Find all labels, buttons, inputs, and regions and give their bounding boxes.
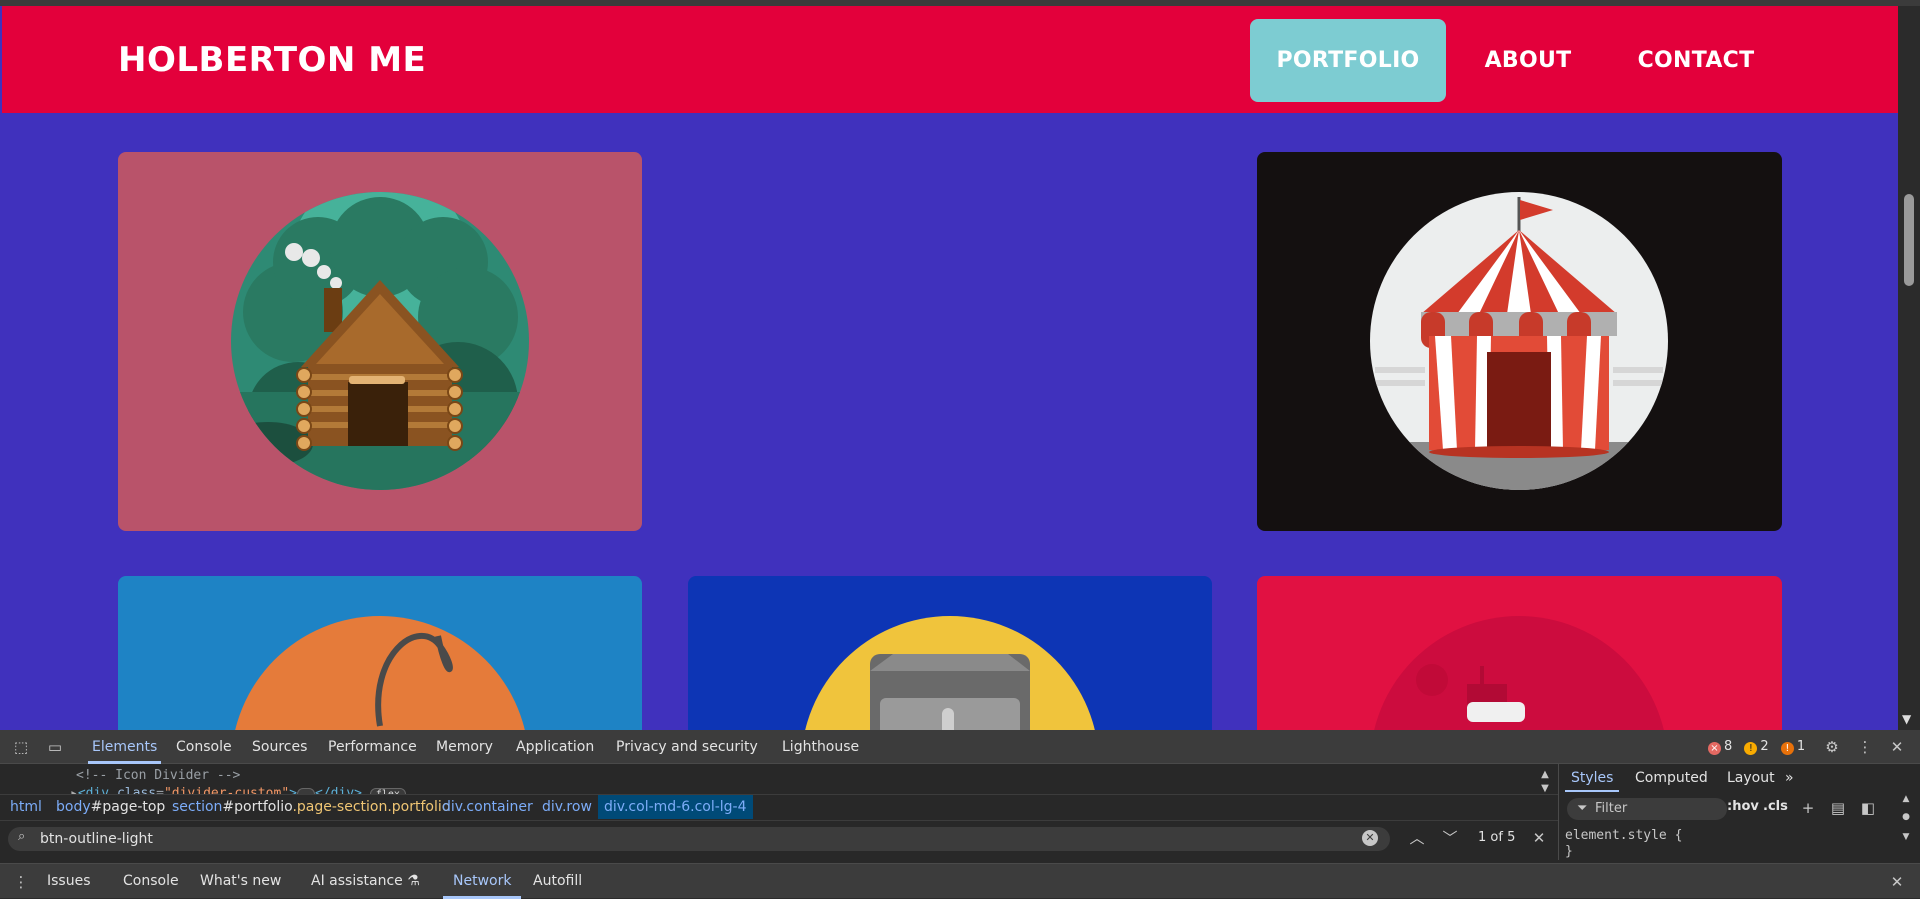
styles-filter-input[interactable]: ⏷ Filter: [1567, 798, 1727, 820]
crumb-row[interactable]: div.row: [542, 795, 592, 819]
crumb-body-tag: body: [56, 799, 91, 815]
styles-pane: Styles Computed Layout » ⏷ Filter :hov .c…: [1558, 764, 1920, 860]
close-drawer-icon[interactable]: ✕: [1888, 873, 1906, 891]
drawer-menu-icon[interactable]: ⋮: [12, 873, 30, 891]
crumb-container[interactable]: div.container: [442, 795, 533, 819]
element-style-rule[interactable]: element.style {: [1565, 828, 1682, 843]
nav-contact[interactable]: CONTACT: [1616, 19, 1776, 102]
settings-gear-icon[interactable]: ⚙: [1823, 738, 1841, 756]
nav-portfolio[interactable]: PORTFOLIO: [1250, 19, 1446, 102]
issue-icon: !: [1780, 742, 1794, 755]
page-scrollbar[interactable]: [1898, 6, 1920, 730]
crumb-col-selected[interactable]: div.col-md-6.col-lg-4: [598, 795, 753, 819]
portfolio-item-circus[interactable]: [1257, 152, 1782, 531]
next-match-icon[interactable]: ﹀: [1441, 829, 1459, 847]
tab-performance[interactable]: Performance: [328, 730, 417, 764]
element-style-close: }: [1565, 844, 1573, 859]
previous-match-icon[interactable]: ︿: [1408, 829, 1426, 847]
tab-sources[interactable]: Sources: [252, 730, 307, 764]
warning-count: 2: [1760, 739, 1769, 754]
toggle-sidebar-icon[interactable]: ◧: [1859, 799, 1877, 817]
filter-placeholder: Filter: [1595, 801, 1628, 816]
crumb-section-class: .page-section.portfolio: [292, 799, 451, 815]
drawer-tab-whats-new[interactable]: What's new: [200, 864, 281, 899]
issue-count: 1: [1796, 739, 1806, 754]
drawer-tab-network[interactable]: Network: [442, 864, 523, 899]
circus-tent-icon: [1370, 192, 1668, 490]
issue-counters[interactable]: × 8 ! 2 ! 1: [1708, 730, 1813, 764]
dom-breadcrumb: html body#page-top section#portfolio.pag…: [0, 794, 1558, 820]
warning-icon: !: [1744, 742, 1758, 755]
new-style-rule-icon[interactable]: +: [1799, 799, 1817, 817]
search-box[interactable]: ⌕ ✕: [8, 827, 1390, 851]
error-icon: ×: [1708, 742, 1721, 755]
search-icon: ⌕: [18, 829, 26, 844]
devtools-panel: ⬚ ▭ Elements Console Sources Performance…: [0, 730, 1920, 899]
crumb-body-id: #page-top: [90, 799, 166, 815]
navbar: HOLBERTON ME PORTFOLIO ABOUT CONTACT: [2, 6, 1898, 113]
filter-icon: ⏷: [1577, 801, 1588, 816]
paint-icon[interactable]: ▤: [1829, 799, 1847, 817]
styles-scroll-up-icon[interactable]: ▲: [1897, 790, 1915, 808]
crumb-section-tag: section: [172, 799, 223, 815]
scroll-down-arrow-icon[interactable]: ▼: [1902, 712, 1911, 726]
portfolio-item-cabin[interactable]: [118, 152, 642, 531]
tab-application[interactable]: Application: [516, 730, 594, 764]
crumb-section-id: #portfolio: [222, 799, 293, 815]
crumb-html[interactable]: html: [10, 795, 42, 819]
drawer-tab-autofill[interactable]: Autofill: [533, 864, 582, 899]
beta-flask-icon: ⚗: [407, 873, 420, 889]
game-controller-icon: [1374, 616, 1664, 730]
tab-console[interactable]: Console: [176, 730, 232, 764]
brand-logo[interactable]: HOLBERTON ME: [118, 40, 426, 80]
html-comment-line[interactable]: <!-- Icon Divider -->: [76, 768, 240, 783]
cake-icon: [235, 616, 525, 730]
drawer-tab-ai-assistance[interactable]: AI assistance ⚗: [311, 864, 420, 899]
tab-computed[interactable]: Computed: [1635, 764, 1708, 792]
clear-search-icon[interactable]: ✕: [1362, 830, 1378, 846]
drawer-tab-issues[interactable]: Issues: [47, 864, 91, 899]
portfolio-item-game[interactable]: [1257, 576, 1782, 730]
tab-memory[interactable]: Memory: [436, 730, 493, 764]
drawer-tabbar: ⋮ Issues Console What's new AI assistanc…: [0, 863, 1920, 899]
inspect-element-icon[interactable]: ⬚: [12, 738, 30, 756]
match-counter: 1 of 5: [1478, 830, 1516, 845]
log-cabin-icon: [231, 192, 529, 490]
close-search-icon[interactable]: ✕: [1530, 829, 1548, 847]
dom-search-bar: ⌕ ✕ ︿ ﹀ 1 of 5 ✕: [0, 820, 1558, 854]
search-input[interactable]: [40, 827, 1340, 851]
hov-toggle[interactable]: :hov: [1727, 799, 1759, 814]
styles-scroll-thumb-icon[interactable]: ●: [1897, 808, 1915, 826]
nav-about[interactable]: ABOUT: [1464, 19, 1592, 102]
ai-assistance-label: AI assistance: [311, 873, 403, 889]
tab-privacy-security[interactable]: Privacy and security: [616, 730, 758, 764]
portfolio-item-cake[interactable]: [118, 576, 642, 730]
devtools-tabbar: ⬚ ▭ Elements Console Sources Performance…: [0, 730, 1920, 764]
drawer-tab-console[interactable]: Console: [123, 864, 179, 899]
tab-layout[interactable]: Layout: [1727, 764, 1775, 792]
crumb-body[interactable]: body#page-top: [56, 795, 165, 819]
close-devtools-icon[interactable]: ✕: [1888, 738, 1906, 756]
page-scrollbar-thumb[interactable]: [1904, 194, 1914, 286]
more-tabs-icon[interactable]: »: [1785, 764, 1794, 792]
tab-lighthouse[interactable]: Lighthouse: [782, 730, 859, 764]
styles-scroll-down-icon[interactable]: ▼: [1897, 828, 1915, 846]
safe-icon: [805, 616, 1095, 730]
crumb-section[interactable]: section#portfolio.page-section.portfolio: [172, 795, 450, 819]
page-viewport: HOLBERTON ME PORTFOLIO ABOUT CONTACT ▼: [0, 0, 1920, 730]
tab-elements[interactable]: Elements: [87, 730, 162, 764]
cls-toggle[interactable]: .cls: [1763, 799, 1788, 814]
portfolio-item-safe[interactable]: [688, 576, 1212, 730]
tab-styles[interactable]: Styles: [1564, 764, 1621, 792]
device-toolbar-icon[interactable]: ▭: [46, 738, 64, 756]
more-options-icon[interactable]: ⋮: [1856, 738, 1874, 756]
error-count: 8: [1724, 739, 1733, 754]
